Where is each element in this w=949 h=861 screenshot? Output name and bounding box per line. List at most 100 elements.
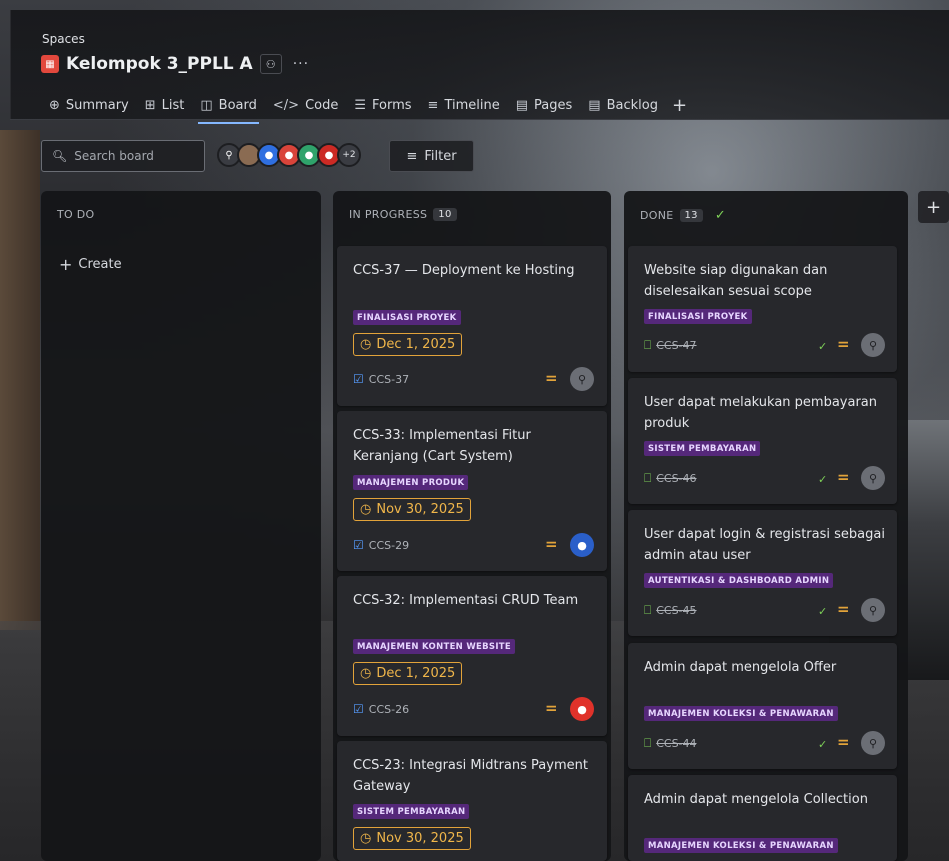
issue-card[interactable]: CCS-37 — Deployment ke Hosting FINALISAS… [337, 246, 607, 406]
task-checkbox-icon: ☑ [353, 372, 364, 386]
more-avatars-badge[interactable]: +2 [337, 143, 361, 167]
tab-code[interactable]: </> Code [265, 94, 346, 116]
project-avatar-icon[interactable]: ▦ [41, 55, 59, 73]
priority-medium-icon: = [545, 535, 558, 553]
code-icon: </> [272, 97, 300, 113]
issue-count-badge: 10 [433, 208, 457, 221]
create-issue-button[interactable]: + Create [59, 255, 122, 274]
project-header: Spaces ▦ Kelompok 3_PPLL A ⚇ ··· ⊕ Summar… [10, 10, 949, 124]
column-done[interactable]: DONE 13 ✓ Website siap digunakan dan dis… [624, 191, 908, 861]
tab-pages[interactable]: ▤ Pages [508, 94, 581, 116]
search-board[interactable]: 🔍︎ [41, 140, 205, 172]
project-tabs: ⊕ Summary ⊞ List ◫ Board </> Code ☰ Forms ≡ Ti… [41, 94, 693, 124]
list-icon: ⊞ [144, 97, 156, 113]
priority-medium-icon: = [545, 369, 558, 387]
assignee-avatar[interactable]: ● [570, 697, 594, 721]
header-divider [10, 119, 949, 120]
column-todo[interactable]: TO DO + Create [41, 191, 321, 861]
project-title[interactable]: Kelompok 3_PPLL A [66, 54, 253, 74]
card-title: Website siap digunakan dan diselesaikan … [644, 263, 828, 299]
tab-summary[interactable]: ⊕ Summary [41, 94, 137, 116]
done-check-icon: ✓ [818, 738, 828, 751]
epic-tag[interactable]: SISTEM PEMBAYARAN [353, 804, 470, 819]
add-tab-button[interactable]: + [666, 95, 693, 116]
issue-key[interactable]: ⎕ CCS-46 [644, 471, 697, 486]
issue-card[interactable]: Admin dapat mengelola Collection MANAJEM… [628, 775, 897, 861]
card-title: Admin dapat mengelola Offer [644, 660, 837, 675]
issue-count-badge: 13 [679, 209, 703, 222]
spaces-breadcrumb[interactable]: Spaces [42, 32, 85, 46]
card-title: CCS-33: Implementasi Fitur Keranjang (Ca… [353, 428, 531, 464]
unassigned-avatar[interactable]: ⚲ [570, 367, 594, 391]
epic-tag[interactable]: FINALISASI PROYEK [644, 309, 752, 324]
clock-icon: ◷ [360, 337, 372, 352]
pages-icon: ▤ [515, 97, 529, 113]
column-header: TO DO [57, 208, 95, 221]
card-title: CCS-23: Integrasi Midtrans Payment Gatew… [353, 758, 588, 794]
unassigned-avatar[interactable]: ⚲ [861, 598, 885, 622]
priority-medium-icon: = [545, 699, 558, 717]
epic-tag[interactable]: MANAJEMEN PRODUK [353, 475, 469, 490]
priority-medium-icon: = [837, 733, 850, 751]
add-column-button[interactable]: + [918, 191, 949, 223]
column-header: DONE 13 ✓ [640, 208, 727, 223]
unassigned-avatar[interactable]: ⚲ [861, 333, 885, 357]
epic-tag[interactable]: FINALISASI PROYEK [353, 310, 461, 325]
issue-card[interactable]: User dapat login & registrasi sebagai ad… [628, 510, 897, 636]
unassigned-avatar[interactable]: ⚲ [861, 466, 885, 490]
clock-icon: ◷ [360, 831, 372, 846]
issue-card[interactable]: User dapat melakukan pembayaran produk S… [628, 378, 897, 504]
more-actions-button[interactable]: ··· [293, 56, 309, 72]
team-people-icon[interactable]: ⚇ [259, 54, 282, 74]
epic-tag[interactable]: SISTEM PEMBAYARAN [644, 441, 761, 456]
backlog-icon: ▤ [588, 97, 601, 113]
checkmark-icon: ✓ [714, 208, 727, 223]
column-in-progress[interactable]: IN PROGRESS 10 CCS-37 — Deployment ke Ho… [333, 191, 611, 861]
done-check-icon: ✓ [818, 605, 828, 618]
card-title: User dapat melakukan pembayaran produk [644, 395, 878, 431]
tab-forms[interactable]: ☰ Forms [346, 94, 419, 116]
tab-board[interactable]: ◫ Board [192, 94, 265, 124]
issue-card[interactable]: Admin dapat mengelola Offer MANAJEMEN KO… [628, 643, 897, 769]
issue-key[interactable]: ☑ CCS-37 [353, 372, 409, 386]
clock-icon: ◷ [360, 666, 372, 681]
search-input[interactable] [74, 149, 195, 163]
issue-card[interactable]: CCS-33: Implementasi Fitur Keranjang (Ca… [337, 411, 607, 571]
priority-medium-icon: = [837, 468, 850, 486]
epic-tag[interactable]: MANAJEMEN KOLEKSI & PENAWARAN [644, 706, 838, 721]
priority-medium-icon: = [837, 335, 850, 353]
assignee-avatar[interactable]: ● [570, 533, 594, 557]
story-bookmark-icon: ⎕ [644, 736, 652, 750]
tab-list[interactable]: ⊞ List [137, 94, 193, 116]
background-wall [0, 130, 40, 630]
epic-tag[interactable]: AUTENTIKASI & DASHBOARD ADMIN [644, 573, 834, 588]
filter-button[interactable]: ≡ Filter [389, 140, 474, 172]
epic-tag[interactable]: MANAJEMEN KOLEKSI & PENAWARAN [644, 838, 838, 853]
done-check-icon: ✓ [818, 473, 828, 486]
issue-card[interactable]: CCS-23: Integrasi Midtrans Payment Gatew… [337, 741, 607, 861]
issue-key[interactable]: ⎕ CCS-44 [644, 736, 697, 751]
issue-key[interactable]: ⎕ CCS-45 [644, 603, 697, 618]
search-icon: 🔍︎ [52, 149, 68, 163]
task-checkbox-icon: ☑ [353, 538, 364, 552]
story-bookmark-icon: ⎕ [644, 471, 652, 485]
card-title: CCS-32: Implementasi CRUD Team [353, 593, 579, 608]
issue-card[interactable]: CCS-32: Implementasi CRUD Team MANAJEMEN… [337, 576, 607, 736]
card-title: User dapat login & registrasi sebagai ad… [644, 527, 885, 563]
due-date-badge: ◷ Nov 30, 2025 [353, 827, 471, 850]
issue-key[interactable]: ⎕ CCS-47 [644, 338, 697, 353]
due-date-badge: ◷ Dec 1, 2025 [353, 662, 463, 685]
column-header: IN PROGRESS 10 [349, 208, 457, 221]
issue-card[interactable]: Website siap digunakan dan diselesaikan … [628, 246, 897, 372]
epic-tag[interactable]: MANAJEMEN KONTEN WEBSITE [353, 639, 516, 654]
forms-icon: ☰ [354, 97, 366, 113]
tab-timeline[interactable]: ≡ Timeline [420, 94, 508, 116]
issue-key[interactable]: ☑ CCS-26 [353, 702, 409, 716]
due-date-badge: ◷ Dec 1, 2025 [353, 333, 463, 356]
card-title: CCS-37 — Deployment ke Hosting [353, 263, 575, 278]
priority-medium-icon: = [837, 600, 850, 618]
issue-key[interactable]: ☑ CCS-29 [353, 538, 409, 552]
tab-backlog[interactable]: ▤ Backlog [580, 94, 666, 116]
story-bookmark-icon: ⎕ [644, 603, 652, 617]
unassigned-avatar[interactable]: ⚲ [861, 731, 885, 755]
